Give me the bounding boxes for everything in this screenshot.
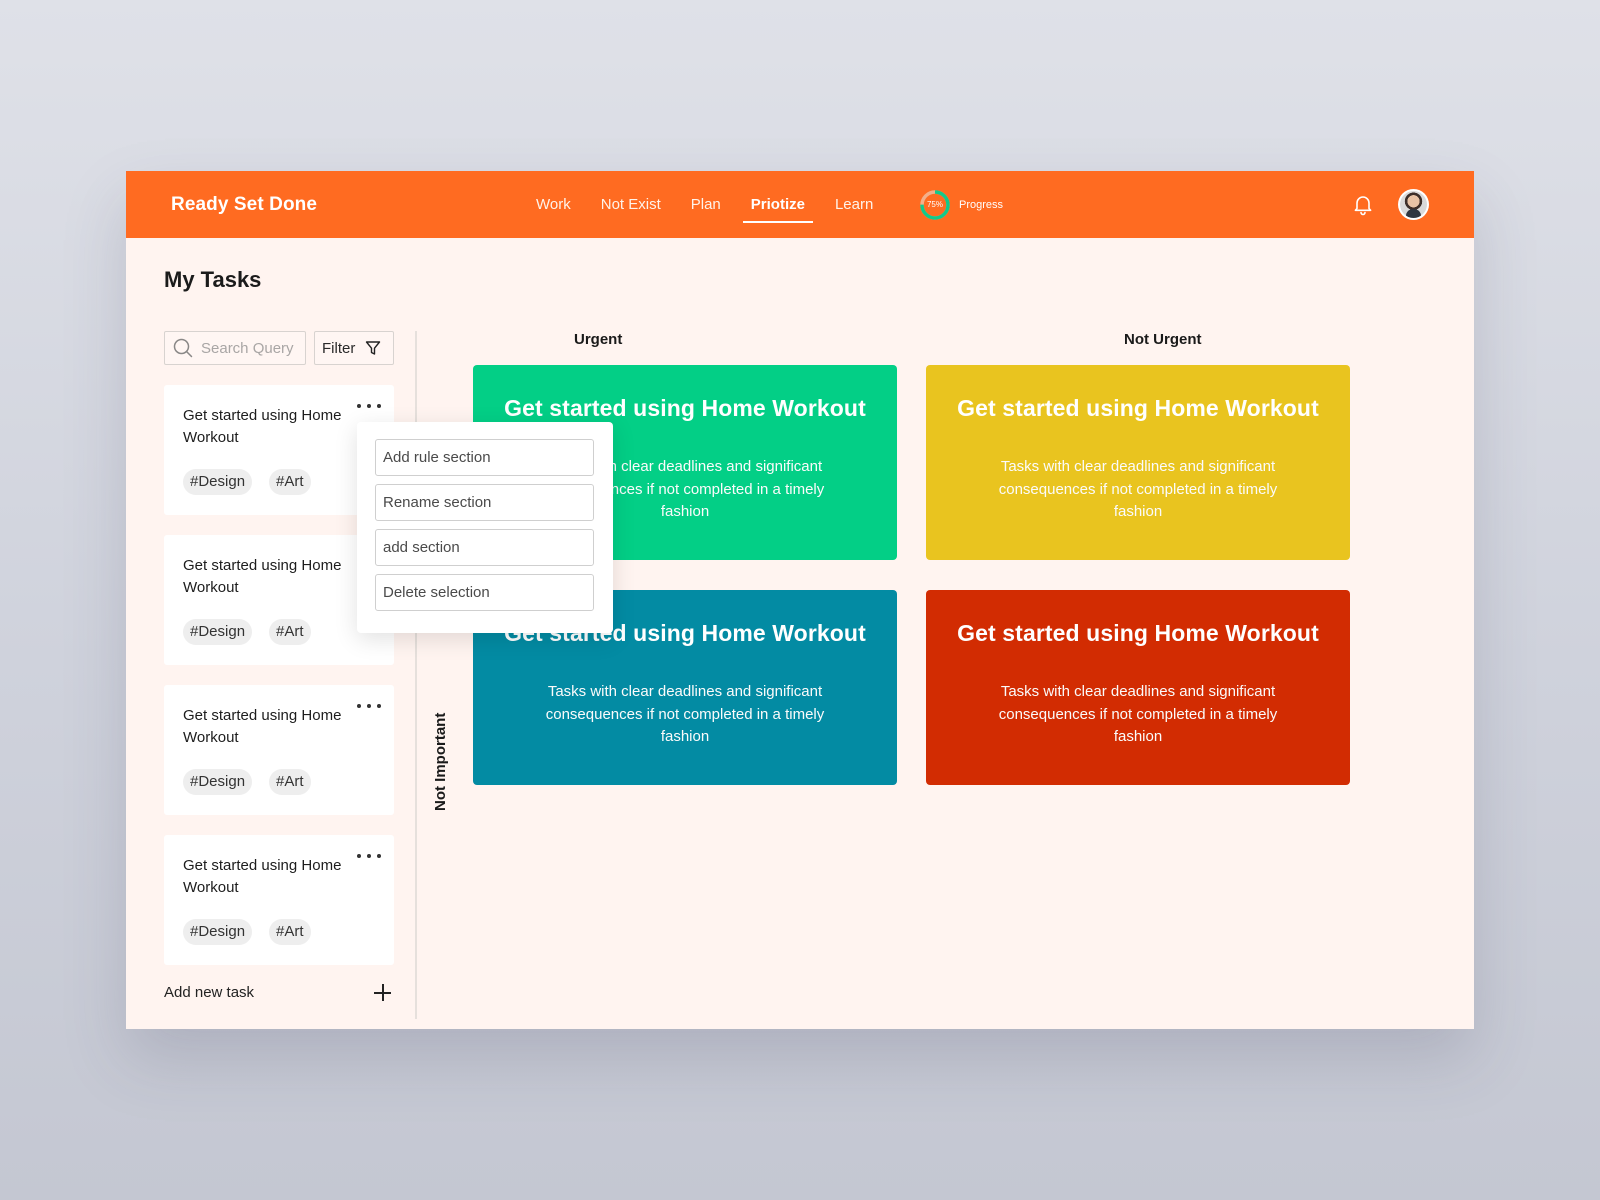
add-task-button[interactable]: Add new task bbox=[164, 982, 394, 1006]
page-title: My Tasks bbox=[164, 267, 262, 292]
quadrant-not-urgent-important[interactable]: Get started using Home Workout Tasks wit… bbox=[926, 365, 1350, 560]
tag-art[interactable]: #Art bbox=[269, 769, 311, 795]
tag-design[interactable]: #Design bbox=[183, 619, 253, 645]
menu-item-delete-selection[interactable]: Delete selection bbox=[375, 574, 594, 611]
tag-art[interactable]: #Art bbox=[269, 919, 311, 945]
menu-item-rename-section[interactable]: Rename section bbox=[375, 484, 594, 521]
app-window: Ready Set Done Work Not Exist Plan Priot… bbox=[126, 171, 1474, 1029]
section-context-menu: Add rule section Rename section add sect… bbox=[357, 422, 613, 633]
progress-indicator[interactable]: 75% Progress bbox=[919, 189, 1003, 221]
quadrant-description: Tasks with clear deadlines and significa… bbox=[998, 458, 1278, 520]
task-card[interactable]: Get started using Home Workout #Design #… bbox=[164, 685, 394, 815]
tag-art[interactable]: #Art bbox=[269, 619, 311, 645]
task-title: Get started using Home Workout bbox=[183, 557, 342, 596]
tag-design[interactable]: #Design bbox=[183, 469, 253, 495]
main-nav: Work Not Exist Plan Priotize Learn bbox=[528, 171, 895, 238]
row-header-not-important: Not Important bbox=[432, 712, 449, 811]
menu-item-add-section[interactable]: add section bbox=[375, 529, 594, 566]
nav-item-learn[interactable]: Learn bbox=[827, 171, 881, 238]
quadrant-title: Get started using Home Workout bbox=[957, 395, 1319, 421]
user-avatar[interactable] bbox=[1398, 189, 1429, 220]
brand-title[interactable]: Ready Set Done bbox=[171, 171, 317, 238]
column-header-not-urgent: Not Urgent bbox=[1124, 331, 1202, 348]
nav-item-not-exist[interactable]: Not Exist bbox=[593, 171, 669, 238]
tag-art[interactable]: #Art bbox=[269, 469, 311, 495]
more-options-icon[interactable] bbox=[357, 849, 381, 863]
quadrant-title: Get started using Home Workout bbox=[504, 395, 866, 421]
search-box[interactable] bbox=[164, 331, 306, 365]
column-header-urgent: Urgent bbox=[574, 331, 623, 348]
quadrant-description: Tasks with clear deadlines and significa… bbox=[998, 683, 1278, 745]
tag-design[interactable]: #Design bbox=[183, 769, 253, 795]
task-title: Get started using Home Workout bbox=[183, 707, 342, 746]
menu-item-add-rule-section[interactable]: Add rule section bbox=[375, 439, 594, 476]
search-input[interactable] bbox=[201, 339, 301, 357]
avatar-photo bbox=[1400, 191, 1427, 218]
task-tags: #Design #Art bbox=[183, 469, 328, 495]
quadrant-title: Get started using Home Workout bbox=[957, 620, 1319, 646]
more-options-icon[interactable] bbox=[357, 699, 381, 713]
tag-design[interactable]: #Design bbox=[183, 919, 253, 945]
quadrant-not-urgent-not-important[interactable]: Get started using Home Workout Tasks wit… bbox=[926, 590, 1350, 785]
search-icon bbox=[173, 338, 193, 358]
progress-label: Progress bbox=[959, 199, 1004, 211]
task-card[interactable]: Get started using Home Workout #Design #… bbox=[164, 835, 394, 965]
task-tags: #Design #Art bbox=[183, 769, 328, 795]
top-navigation-bar: Ready Set Done Work Not Exist Plan Priot… bbox=[126, 171, 1474, 238]
nav-item-plan[interactable]: Plan bbox=[683, 171, 729, 238]
add-task-label: Add new task bbox=[164, 984, 255, 1001]
filter-label: Filter bbox=[322, 339, 356, 357]
more-options-icon[interactable] bbox=[357, 399, 381, 413]
progress-percent: 75% bbox=[926, 200, 943, 209]
nav-item-priotize[interactable]: Priotize bbox=[742, 171, 814, 238]
filter-icon bbox=[366, 341, 381, 355]
quadrant-description: Tasks with clear deadlines and significa… bbox=[545, 683, 825, 745]
nav-item-work[interactable]: Work bbox=[528, 171, 579, 238]
task-tags: #Design #Art bbox=[183, 919, 328, 945]
plus-icon bbox=[374, 984, 391, 1001]
task-title: Get started using Home Workout bbox=[183, 407, 342, 446]
task-title: Get started using Home Workout bbox=[183, 857, 342, 896]
filter-button[interactable]: Filter bbox=[314, 331, 394, 365]
bell-icon[interactable] bbox=[1351, 192, 1375, 216]
progress-ring: 75% bbox=[919, 189, 951, 221]
task-tags: #Design #Art bbox=[183, 619, 328, 645]
